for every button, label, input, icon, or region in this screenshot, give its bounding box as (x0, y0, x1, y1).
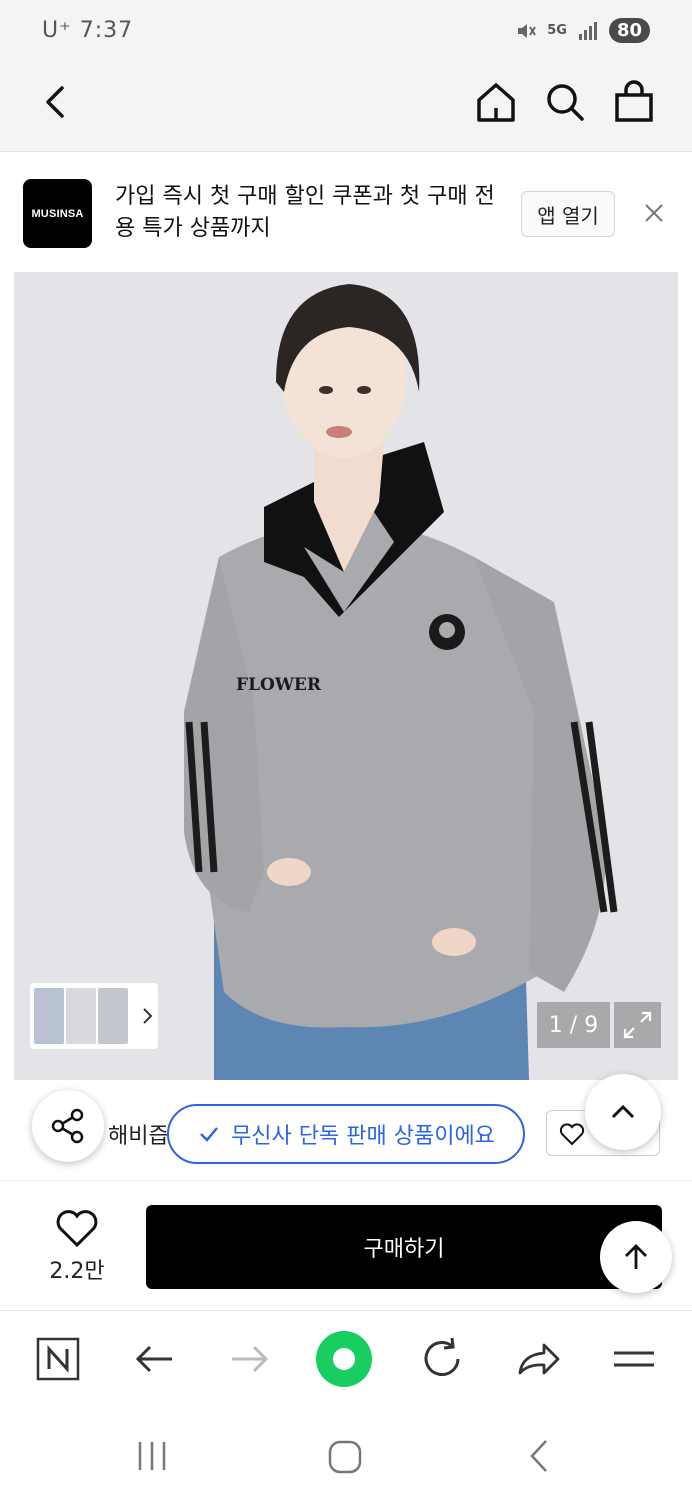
brand-name[interactable]: 해비즙 (108, 1118, 170, 1150)
home-icon (477, 83, 515, 122)
musinsa-logo: MUSINSA (23, 179, 92, 248)
share-icon (51, 1108, 84, 1144)
home-button[interactable] (474, 80, 518, 124)
shirt-print: FLOWER (236, 675, 322, 695)
carrier-label: U⁺ (42, 18, 72, 43)
like-count: 2.2만 (49, 1259, 105, 1284)
thumbnail-2[interactable] (66, 988, 96, 1044)
android-navigation-bar (0, 1410, 692, 1500)
browser-toolbar (0, 1310, 692, 1410)
product-info-row: 해비즙 무신사 단독 판매 상품이에요 (0, 1074, 692, 1180)
mute-icon (518, 23, 537, 38)
chevron-right-icon (143, 1008, 153, 1024)
banner-close-button[interactable] (640, 199, 668, 227)
chevron-left-icon (46, 86, 64, 118)
arrow-right-icon (232, 1345, 269, 1373)
model-photo: FLOWER (14, 272, 678, 1080)
banner-message: 가입 즉시 첫 구매 할인 쿠폰과 첫 구매 전용 특가 상품까지 (115, 184, 495, 241)
signal-icon (578, 21, 597, 40)
naver-home-button[interactable] (34, 1335, 82, 1383)
search-icon (547, 84, 584, 121)
collapse-button[interactable] (585, 1074, 661, 1150)
thumbnail-strip[interactable] (30, 983, 158, 1049)
status-bar: U⁺ 7:37 5G 80 (0, 0, 692, 52)
top-navigation (0, 52, 692, 152)
close-icon (645, 204, 663, 222)
green-dot-icon (316, 1331, 372, 1387)
purchase-bar: 2.2만 구매하기 (0, 1180, 692, 1310)
network-label: 5G (547, 23, 567, 38)
android-back-icon (530, 1440, 547, 1472)
product-image[interactable]: FLOWER (14, 272, 678, 1080)
buy-button[interactable]: 구매하기 (146, 1205, 662, 1289)
exclusive-sale-badge: 무신사 단독 판매 상품이에요 (167, 1104, 525, 1164)
chevron-up-icon (611, 1104, 635, 1119)
thumbnail-3[interactable] (98, 988, 128, 1044)
refresh-button[interactable] (418, 1335, 466, 1383)
expand-icon (623, 1011, 652, 1039)
cart-button[interactable] (612, 80, 656, 124)
app-install-banner: MUSINSA 가입 즉시 첫 구매 할인 쿠폰과 첫 구매 전용 특가 상품까… (0, 153, 692, 271)
exclusive-label: 무신사 단독 판매 상품이에요 (231, 1124, 495, 1149)
clock: 7:37 (79, 18, 134, 43)
heart-outline-icon (559, 1123, 585, 1146)
hamburger-menu-icon (614, 1351, 654, 1367)
image-counter: 1 / 9 (537, 1002, 610, 1048)
open-app-button[interactable]: 앱 열기 (521, 191, 615, 237)
heart-icon (56, 1210, 98, 1248)
refresh-icon (424, 1337, 460, 1376)
thumbnail-1[interactable] (34, 988, 64, 1044)
search-button[interactable] (543, 80, 587, 124)
check-icon (200, 1127, 219, 1142)
share-page-button[interactable] (514, 1335, 562, 1383)
shopping-bag-icon (615, 80, 653, 122)
browser-back-button[interactable] (130, 1335, 178, 1383)
menu-button[interactable] (610, 1335, 658, 1383)
android-back-button[interactable] (522, 1438, 558, 1474)
browser-forward-button[interactable] (226, 1335, 274, 1383)
status-time: U⁺ 7:37 (42, 18, 133, 43)
android-home-button[interactable] (326, 1438, 364, 1476)
like-button[interactable] (54, 1207, 100, 1249)
forward-share-icon (518, 1343, 560, 1375)
status-icons: 5G 80 (515, 18, 650, 43)
green-dot-button[interactable] (314, 1329, 374, 1389)
expand-image-button[interactable] (614, 1002, 661, 1048)
share-button[interactable] (32, 1090, 104, 1162)
recent-apps-icon (138, 1442, 166, 1470)
android-home-icon (328, 1440, 362, 1474)
arrow-up-icon (625, 1244, 647, 1269)
recent-apps-button[interactable] (134, 1438, 170, 1474)
naver-n-icon (36, 1337, 80, 1381)
scroll-top-button[interactable] (600, 1221, 672, 1293)
back-button[interactable] (34, 80, 78, 124)
battery-indicator: 80 (608, 18, 650, 43)
arrow-left-icon (135, 1345, 172, 1373)
